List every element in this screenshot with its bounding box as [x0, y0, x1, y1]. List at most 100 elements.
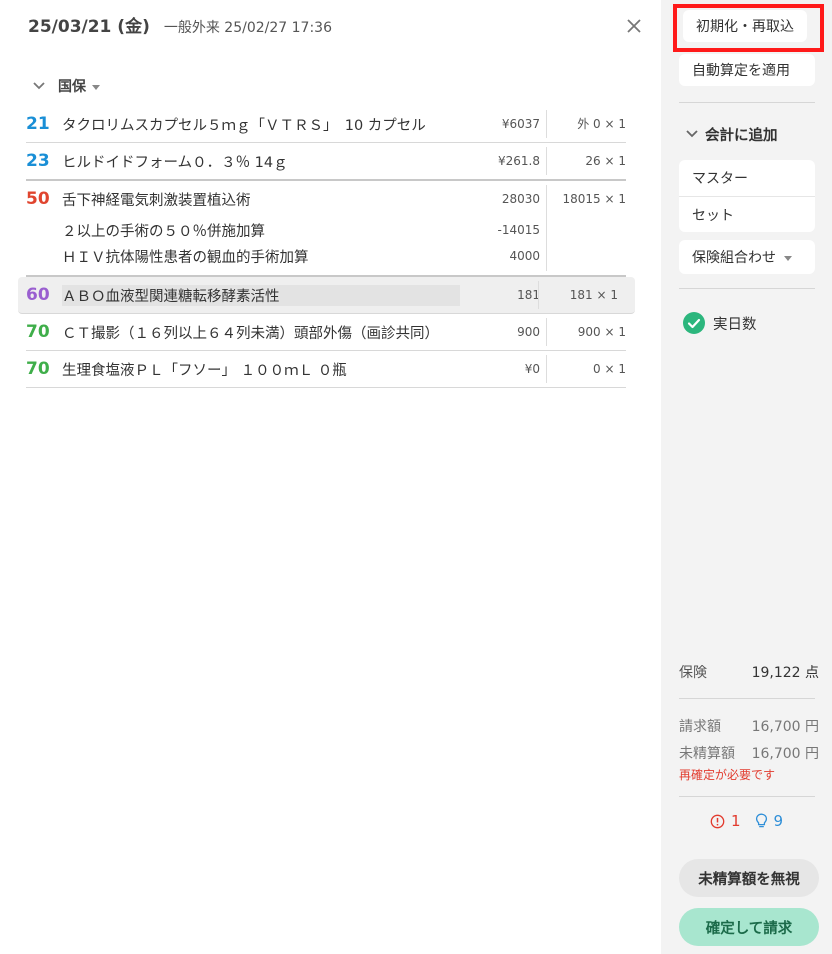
charge-price: 900 — [517, 325, 540, 339]
insurance-section-header[interactable]: 国保 — [32, 74, 100, 98]
confirm-bill-label: 確定して請求 — [705, 920, 793, 937]
charge-quantity: 900 × 1 — [577, 325, 626, 339]
charge-price: 4000 — [509, 249, 540, 263]
menu-item-set[interactable]: セット — [679, 196, 815, 232]
charge-line: 生理食塩液ＰＬ「フソー」 １００ｍＬ ０瓶 ¥0 — [62, 351, 546, 387]
charge-line: ヒルドイドフォーム０．３％ 14ｇ ¥261.8 — [62, 143, 546, 179]
charge-row[interactable]: 60 ＡＢＯ血液型関連糖転移酵素活性 181 181 × 1 — [18, 277, 635, 314]
check-circle-icon — [683, 312, 705, 334]
notification-badges[interactable]: 1 9 — [661, 812, 832, 830]
charge-code: 50 — [26, 189, 50, 209]
add-menu: マスター セット — [679, 160, 815, 232]
charge-quantity: 26 × 1 — [585, 154, 626, 168]
unsettled-row: 未精算額 16,700 円 — [679, 743, 819, 763]
charge-line: ＡＢＯ血液型関連糖転移酵素活性 181 — [62, 277, 546, 313]
alert-count: 1 — [730, 812, 741, 830]
record-header: 25/03/21 (金) 一般外来 25/02/27 17:36 — [28, 12, 332, 38]
charge-price: ¥0 — [524, 362, 540, 376]
column-divider — [546, 185, 547, 271]
main-panel: 25/03/21 (金) 一般外来 25/02/27 17:36 国保 21 タク… — [0, 0, 661, 954]
add-to-bill-label: 会計に追加 — [705, 127, 778, 144]
chevron-down-icon — [686, 130, 698, 138]
reconfirm-warning: 再確定が必要です — [679, 768, 776, 782]
charge-price: -14015 — [497, 223, 540, 237]
unsettled-label: 未精算額 — [679, 746, 735, 762]
charge-row[interactable]: 70 ＣＴ撮影（１６列以上６４列未満）頭部外傷（画診共同） 900 900 × 1 — [26, 314, 626, 351]
charge-items: 生理食塩液ＰＬ「フソー」 １００ｍＬ ０瓶 ¥0 — [62, 351, 546, 387]
divider — [679, 698, 815, 699]
column-divider — [546, 355, 547, 383]
charge-name: タクロリムスカプセル５ｍｇ「ＶＴＲＳ」 10 カプセル — [62, 117, 426, 134]
charge-name: ２以上の手術の５０％併施加算 — [62, 223, 265, 240]
charge-name: ＣＴ撮影（１６列以上６４列未満）頭部外傷（画診共同） — [62, 325, 439, 342]
charge-name: ヒルドイドフォーム０．３％ 14ｇ — [62, 154, 288, 171]
ignore-unsettled-button[interactable]: 未精算額を無視 — [679, 859, 819, 897]
alert-circle-icon — [710, 814, 725, 828]
confirm-bill-button[interactable]: 確定して請求 — [679, 908, 819, 946]
charge-code: 70 — [26, 359, 50, 379]
charge-quantity: 181 × 1 — [569, 288, 618, 302]
visit-type: 一般外来 25/02/27 17:36 — [163, 20, 332, 36]
charge-row[interactable]: 21 タクロリムスカプセル５ｍｇ「ＶＴＲＳ」 10 カプセル ¥6037 外 0 × … — [26, 106, 626, 143]
column-divider — [538, 281, 539, 309]
highlight-outline — [673, 4, 824, 52]
charge-quantity: 18015 × 1 — [562, 192, 627, 206]
actual-days-checkbox[interactable]: 実日数 — [683, 312, 757, 334]
charge-quantity: 外 0 × 1 — [577, 117, 626, 131]
chevron-down-icon — [33, 82, 45, 90]
divider — [679, 288, 815, 289]
charge-items: ＣＴ撮影（１６列以上６４列未満）頭部外傷（画診共同） 900 — [62, 314, 546, 350]
charge-row[interactable]: 50 舌下神経電気刺激装置植込術 28030 ２以上の手術の５０％併施加算 -14015… — [26, 181, 626, 277]
add-to-bill-header[interactable]: 会計に追加 — [685, 122, 778, 146]
charge-code: 23 — [26, 151, 50, 171]
charge-line: タクロリムスカプセル５ｍｇ「ＶＴＲＳ」 10 カプセル ¥6037 — [62, 106, 546, 142]
charge-row[interactable]: 70 生理食塩液ＰＬ「フソー」 １００ｍＬ ０瓶 ¥0 0 × 1 — [26, 351, 626, 388]
charge-code: 60 — [26, 285, 50, 305]
charge-items: ヒルドイドフォーム０．３％ 14ｇ ¥261.8 — [62, 143, 546, 179]
charge-price: ¥261.8 — [498, 154, 540, 168]
charge-code: 70 — [26, 322, 50, 342]
billed-row: 請求額 16,700 円 — [679, 716, 819, 736]
charge-line: ＨＩＶ抗体陽性患者の観血的手術加算 4000 — [62, 243, 546, 269]
caret-down-icon — [784, 255, 792, 261]
hint-count: 9 — [773, 812, 784, 830]
billed-value: 16,700 円 — [751, 719, 819, 735]
charge-name: 舌下神経電気刺激装置植込術 — [62, 192, 251, 209]
charge-row[interactable]: 23 ヒルドイドフォーム０．３％ 14ｇ ¥261.8 26 × 1 — [26, 143, 626, 181]
insurance-combo-button[interactable]: 保険組合わせ — [679, 240, 815, 274]
charge-items: タクロリムスカプセル５ｍｇ「ＶＴＲＳ」 10 カプセル ¥6037 — [62, 106, 546, 142]
sidebar: 初期化・再取込 自動算定を適用 会計に追加 マスター セット 保険組合わせ 実日… — [661, 0, 832, 954]
actual-days-label: 実日数 — [713, 316, 757, 333]
close-button[interactable] — [622, 14, 646, 38]
auto-calc-label: 自動算定を適用 — [692, 63, 790, 79]
menu-item-master[interactable]: マスター — [679, 160, 815, 196]
charge-quantity: 0 × 1 — [593, 362, 626, 376]
charge-line: 舌下神経電気刺激装置植込術 28030 — [62, 181, 546, 217]
charge-name: ＡＢＯ血液型関連糖転移酵素活性 — [62, 284, 460, 306]
insurance-points-value: 19,122 点 — [751, 665, 819, 681]
insurance-points-label: 保険 — [679, 665, 707, 681]
charge-price: ¥6037 — [501, 117, 540, 131]
charge-line: ２以上の手術の５０％併施加算 -14015 — [62, 217, 546, 243]
charge-list: 21 タクロリムスカプセル５ｍｇ「ＶＴＲＳ」 10 カプセル ¥6037 外 0 × … — [18, 106, 635, 388]
charge-items: ＡＢＯ血液型関連糖転移酵素活性 181 — [62, 277, 546, 313]
divider — [679, 102, 815, 103]
charge-items: 舌下神経電気刺激装置植込術 28030 ２以上の手術の５０％併施加算 -14015 ＨＩ… — [62, 181, 546, 275]
charge-name: ＨＩＶ抗体陽性患者の観血的手術加算 — [62, 249, 309, 266]
auto-calc-button[interactable]: 自動算定を適用 — [679, 54, 815, 86]
column-divider — [546, 147, 547, 175]
billed-label: 請求額 — [679, 719, 721, 735]
charge-name: 生理食塩液ＰＬ「フソー」 １００ｍＬ ０瓶 — [62, 362, 347, 379]
ignore-unsettled-label: 未精算額を無視 — [698, 871, 800, 888]
divider — [679, 796, 815, 797]
charge-line: ＣＴ撮影（１６列以上６４列未満）頭部外傷（画診共同） 900 — [62, 314, 546, 350]
charge-price: 181 — [517, 288, 540, 302]
unsettled-value: 16,700 円 — [751, 746, 819, 762]
close-icon — [627, 19, 641, 33]
charge-code: 21 — [26, 114, 50, 134]
charge-price: 28030 — [501, 192, 540, 206]
column-divider — [546, 110, 547, 138]
insurance-points-row: 保険 19,122 点 — [679, 662, 819, 682]
lightbulb-icon — [755, 813, 767, 828]
column-divider — [546, 318, 547, 346]
